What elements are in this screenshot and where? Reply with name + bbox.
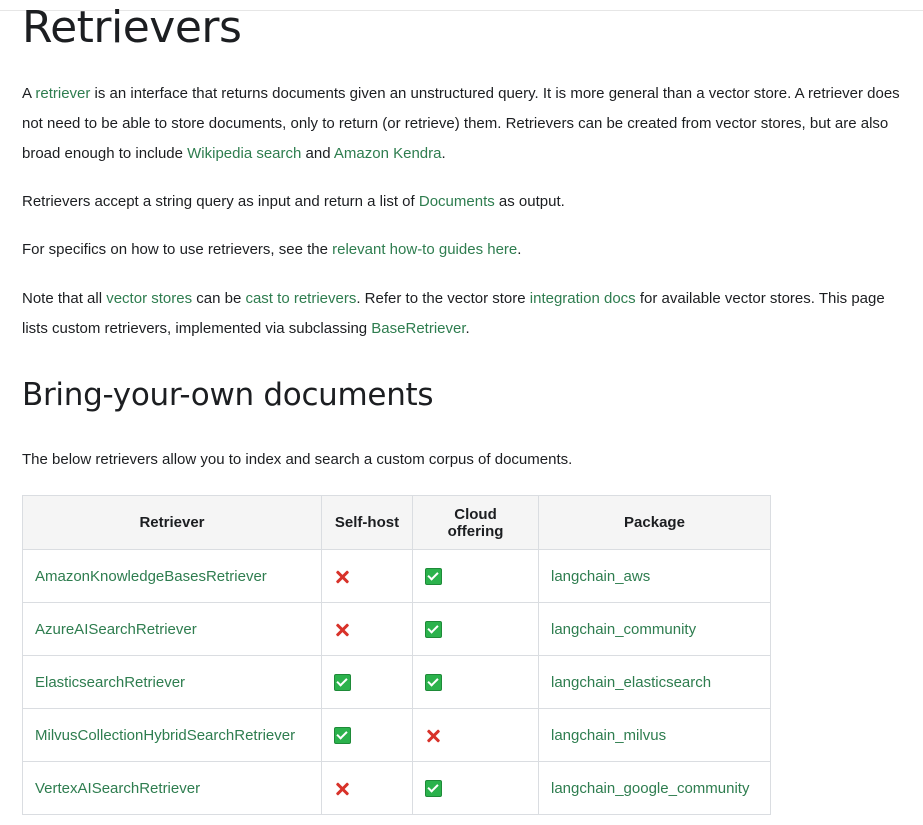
p4-text-5: . — [465, 320, 470, 337]
cloud-offering-cell — [412, 708, 539, 762]
retriever-link[interactable]: AmazonKnowledgeBasesRetriever — [35, 568, 267, 585]
retriever-cell: AzureAISearchRetriever — [22, 602, 322, 656]
package-cell: langchain_aws — [538, 549, 771, 603]
retriever-link[interactable]: retriever — [35, 85, 90, 102]
retriever-cell: ElasticsearchRetriever — [22, 655, 322, 709]
header-retriever: Retriever — [22, 495, 322, 550]
p2-text-1: Retrievers accept a string query as inpu… — [22, 193, 419, 210]
retrievers-table: Retriever Self-host Cloud offering Packa… — [22, 495, 771, 815]
table-row: VertexAISearchRetriever langchain_google_… — [22, 761, 771, 815]
package-link[interactable]: langchain_aws — [551, 568, 650, 585]
header-self-host: Self-host — [321, 495, 413, 550]
package-cell: langchain_google_community — [538, 761, 771, 815]
retriever-link[interactable]: VertexAISearchRetriever — [35, 780, 200, 797]
check-icon — [425, 567, 442, 585]
documents-paragraph: Retrievers accept a string query as inpu… — [22, 187, 907, 217]
package-cell: langchain_community — [538, 602, 771, 656]
intro-text-3: and — [301, 145, 334, 162]
check-icon — [425, 779, 442, 797]
section-intro: The below retrievers allow you to index … — [22, 451, 573, 468]
cloud-offering-cell — [412, 549, 539, 603]
table-row: AmazonKnowledgeBasesRetriever langchain_a… — [22, 549, 771, 603]
intro-text-1: A — [22, 85, 36, 102]
amazon-kendra-link[interactable]: Amazon Kendra — [334, 145, 442, 162]
package-cell: langchain_elasticsearch — [538, 655, 771, 709]
self-host-cell — [321, 761, 413, 815]
how-to-guides-link[interactable]: relevant how-to guides here — [332, 241, 517, 258]
how-to-paragraph: For specifics on how to use retrievers, … — [22, 235, 907, 265]
package-link[interactable]: langchain_community — [551, 621, 696, 638]
integration-docs-link[interactable]: integration docs — [530, 290, 636, 307]
header-package: Package — [538, 495, 771, 550]
section-heading: Bring-your-own documents — [22, 377, 434, 413]
cross-icon — [425, 728, 441, 744]
self-host-cell — [321, 708, 413, 762]
cross-icon — [334, 569, 350, 585]
p4-text-2: can be — [192, 290, 246, 307]
cloud-offering-cell — [412, 602, 539, 656]
p3-text-2: . — [517, 241, 522, 258]
retriever-link[interactable]: AzureAISearchRetriever — [35, 621, 197, 638]
retriever-cell: VertexAISearchRetriever — [22, 761, 322, 815]
package-link[interactable]: langchain_elasticsearch — [551, 674, 711, 691]
base-retriever-link[interactable]: BaseRetriever — [371, 320, 465, 337]
package-link[interactable]: langchain_milvus — [551, 727, 666, 744]
table-row: AzureAISearchRetriever langchain_communit… — [22, 602, 771, 656]
header-cloud-offering: Cloud offering — [412, 495, 539, 550]
table-row: ElasticsearchRetriever langchain_elastics… — [22, 655, 771, 709]
table-row: MilvusCollectionHybridSearchRetriever lan… — [22, 708, 771, 762]
p4-text-1: Note that all — [22, 290, 107, 307]
self-host-cell — [321, 549, 413, 603]
self-host-cell — [321, 602, 413, 656]
retriever-cell: MilvusCollectionHybridSearchRetriever — [22, 708, 322, 762]
check-icon — [334, 673, 351, 691]
intro-text-2: is an interface that returns documents g… — [22, 85, 900, 162]
self-host-cell — [321, 655, 413, 709]
intro-text-4: . — [441, 145, 446, 162]
cast-to-retrievers-link[interactable]: cast to retrievers — [245, 290, 356, 307]
check-icon — [334, 726, 351, 744]
cross-icon — [334, 622, 350, 638]
p2-text-2: as output. — [494, 193, 565, 210]
p4-text-3: . Refer to the vector store — [356, 290, 530, 307]
table-header-row: Retriever Self-host Cloud offering Packa… — [22, 495, 771, 550]
retriever-cell: AmazonKnowledgeBasesRetriever — [22, 549, 322, 603]
cross-icon — [334, 781, 350, 797]
retriever-link[interactable]: MilvusCollectionHybridSearchRetriever — [35, 727, 295, 744]
package-cell: langchain_milvus — [538, 708, 771, 762]
wikipedia-search-link[interactable]: Wikipedia search — [187, 145, 301, 162]
cloud-offering-cell — [412, 761, 539, 815]
retriever-link[interactable]: ElasticsearchRetriever — [35, 674, 185, 691]
documents-link[interactable]: Documents — [419, 193, 495, 210]
table-body: AmazonKnowledgeBasesRetriever langchain_a… — [22, 549, 771, 815]
package-link[interactable]: langchain_google_community — [551, 780, 749, 797]
page-title: Retrievers — [22, 2, 242, 53]
check-icon — [425, 620, 442, 638]
cloud-offering-cell — [412, 655, 539, 709]
intro-paragraph: A retriever is an interface that returns… — [22, 79, 907, 169]
vector-stores-paragraph: Note that all vector stores can be cast … — [22, 284, 907, 344]
vector-stores-link[interactable]: vector stores — [106, 290, 192, 307]
check-icon — [425, 673, 442, 691]
p3-text-1: For specifics on how to use retrievers, … — [22, 241, 333, 258]
